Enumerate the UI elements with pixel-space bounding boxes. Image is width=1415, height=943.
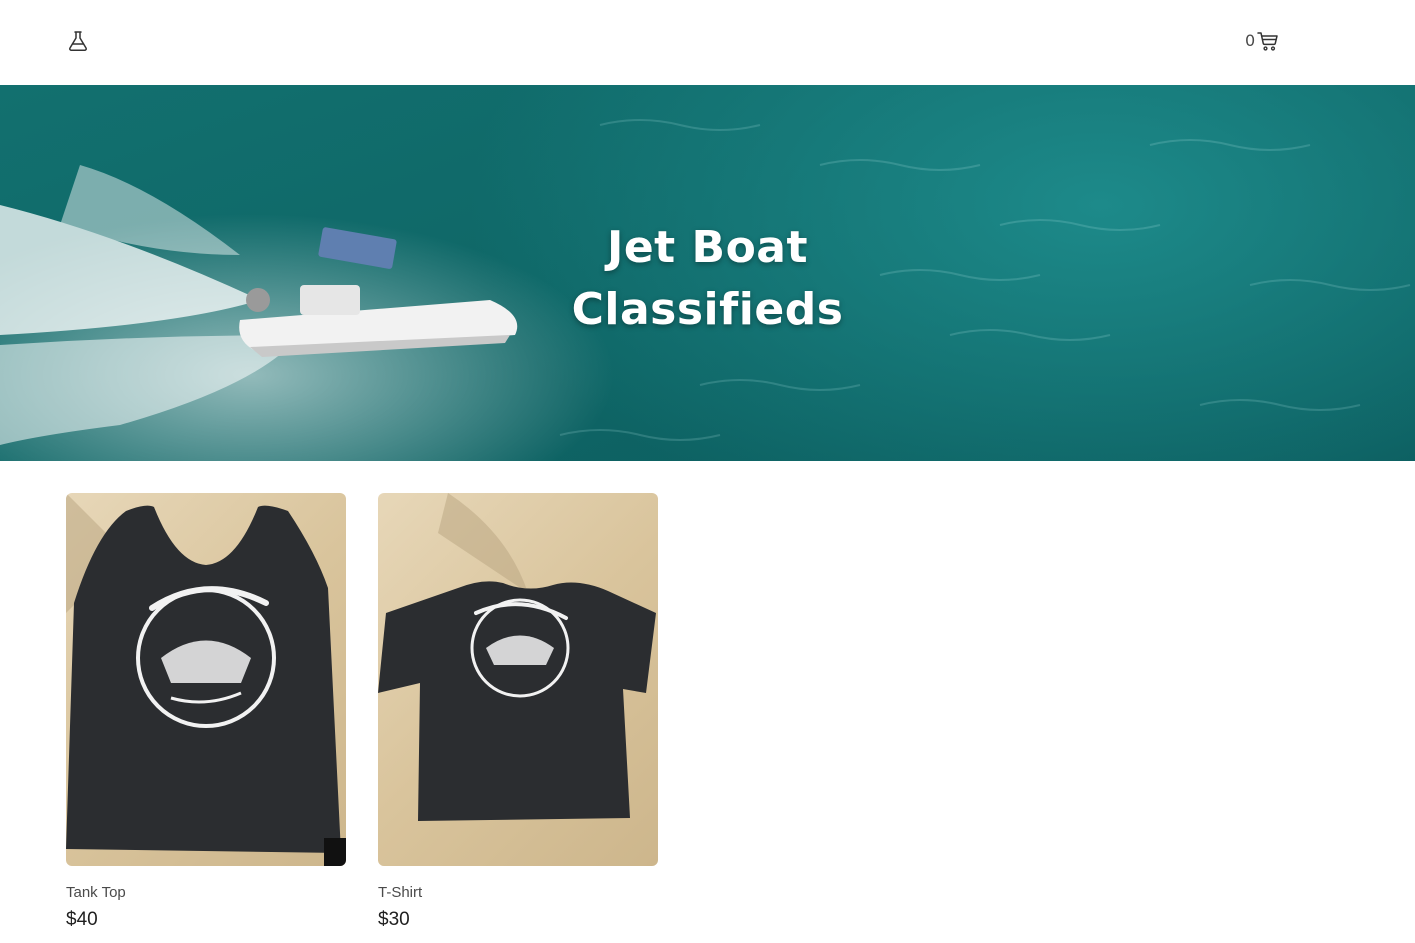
hero-banner: Jet Boat Classifieds <box>0 85 1415 461</box>
hero-title: Jet Boat Classifieds <box>0 217 1415 341</box>
hero-title-line1: Jet Boat <box>606 222 809 273</box>
product-name[interactable]: Tank Top <box>66 884 346 901</box>
cart-count: 0 <box>1245 31 1256 50</box>
cart-button[interactable]: 0 <box>1245 29 1280 53</box>
site-header: 0 <box>0 0 1415 85</box>
product-price: $30 <box>378 909 410 930</box>
shopping-cart-icon <box>1257 32 1278 51</box>
product-card-tank-top[interactable]: Tank Top $40 <box>66 493 346 931</box>
product-image-tank-top[interactable] <box>66 493 346 866</box>
product-name[interactable]: T-Shirt <box>378 884 658 901</box>
flask-icon[interactable] <box>66 29 90 53</box>
hero-title-line2: Classifieds <box>571 284 844 335</box>
product-image-t-shirt[interactable] <box>378 493 658 866</box>
product-price: $40 <box>66 909 98 930</box>
product-card-t-shirt[interactable]: T-Shirt $30 <box>378 493 658 931</box>
